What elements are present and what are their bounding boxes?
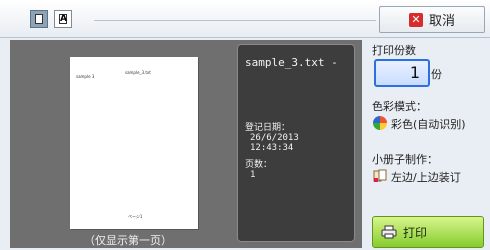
copies-input[interactable]: 1 <box>374 59 430 87</box>
file-name: sample_3.txt - <box>245 56 338 69</box>
page-thumbnail[interactable]: sample 3 sample_3.txt ページ1 <box>70 57 198 229</box>
paper-text: sample 3 <box>76 74 95 79</box>
booklet-label: 小册子制作： <box>372 153 438 166</box>
file-info-panel: sample_3.txt - 登记日期： 26/6/2013 12:43:34 … <box>237 44 355 242</box>
toolbar: A ✕ 取消 <box>0 0 490 38</box>
page-view-button[interactable] <box>30 10 48 28</box>
date-label: 登记日期： <box>245 123 291 133</box>
paper-text: sample_3.txt <box>125 70 151 75</box>
text-icon: A <box>59 14 67 24</box>
paper-text: ページ1 <box>128 214 143 219</box>
print-button[interactable]: 打印 <box>372 216 484 248</box>
pages-label: 页数： <box>245 160 273 170</box>
color-mode-label: 色彩模式： <box>372 100 427 113</box>
preview-caption: （仅显示第一页） <box>84 234 172 247</box>
cancel-label: 取消 <box>428 14 455 29</box>
color-mode-value[interactable]: 彩色(自动识别) <box>391 116 466 132</box>
booklet-icon <box>373 169 387 182</box>
color-mode-icon <box>373 116 387 130</box>
page-icon <box>35 14 43 24</box>
pages-value: 1 <box>250 170 256 180</box>
copies-unit: 份 <box>431 68 442 81</box>
close-icon: ✕ <box>408 12 423 27</box>
cancel-button[interactable]: ✕ 取消 <box>379 6 485 33</box>
time-value: 12:43:34 <box>250 143 294 153</box>
print-label: 打印 <box>403 225 428 240</box>
booklet-value[interactable]: 左边/上边装订 <box>391 169 461 185</box>
copies-label: 打印份数 <box>372 44 416 57</box>
text-view-button[interactable]: A <box>54 10 72 28</box>
printer-icon <box>381 225 397 239</box>
toolbar-divider <box>94 20 376 21</box>
date-value: 26/6/2013 <box>250 133 299 143</box>
